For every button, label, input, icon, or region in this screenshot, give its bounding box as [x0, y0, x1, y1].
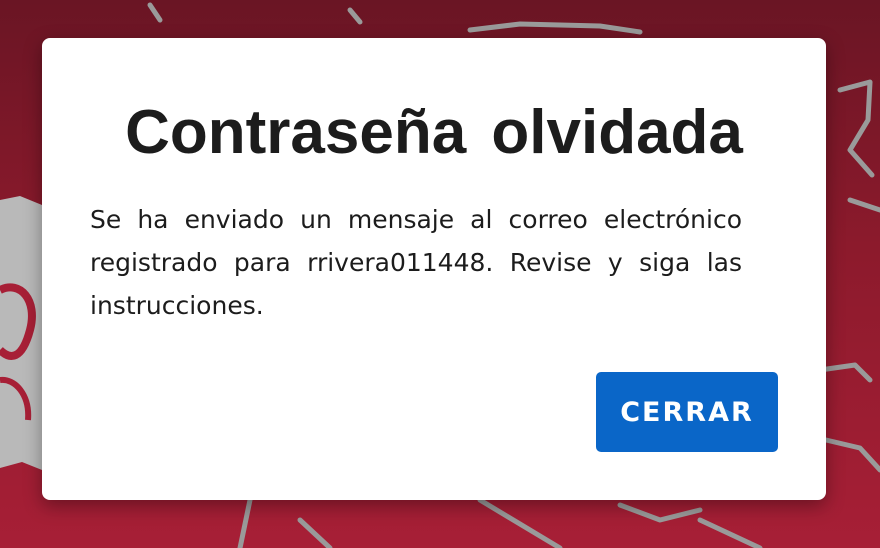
close-button[interactable]: CERRAR: [596, 372, 778, 452]
dialog-title: Contraseña olvidada: [125, 98, 743, 167]
forgot-password-dialog: Contraseña olvidada Se ha enviado un men…: [42, 38, 826, 500]
dialog-message: Se ha enviado un mensaje al correo elect…: [90, 205, 742, 320]
